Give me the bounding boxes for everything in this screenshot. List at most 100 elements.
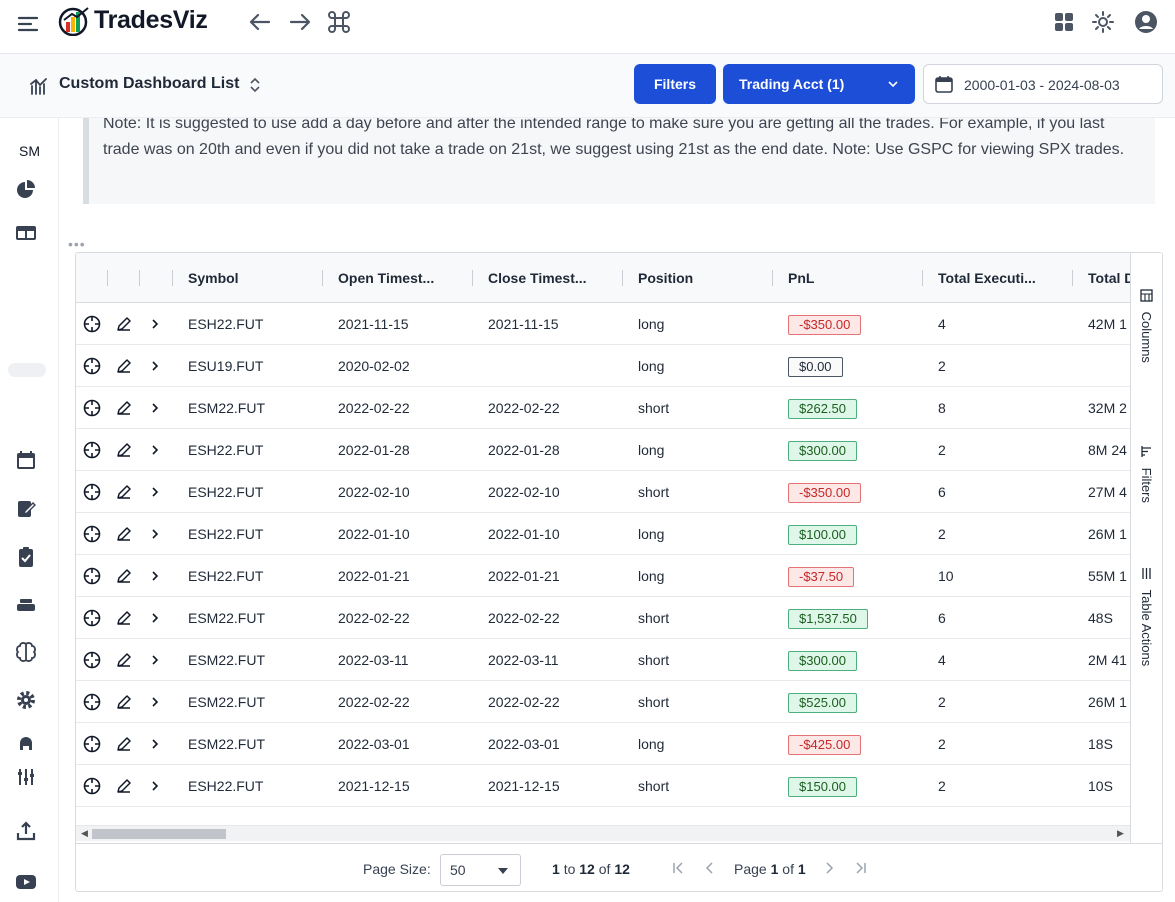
command-icon[interactable] [326,9,352,35]
column-separator[interactable] [172,270,173,286]
edit-pencil-icon[interactable] [115,735,133,753]
edit-pencil-icon[interactable] [115,399,133,417]
edit-pencil-icon[interactable] [115,693,133,711]
first-page-icon[interactable] [671,859,685,877]
journal-edit-icon[interactable] [15,497,37,519]
edit-pencil-icon[interactable] [115,651,133,669]
crosshair-target-icon[interactable] [83,567,101,585]
next-page-icon[interactable] [822,859,836,877]
forward-arrow-icon[interactable] [287,9,313,35]
crosshair-target-icon[interactable] [83,399,101,417]
pie-chart-icon[interactable] [15,179,37,201]
edit-pencil-icon[interactable] [115,567,133,585]
account-icon[interactable] [1134,10,1158,34]
column-separator[interactable] [472,270,473,286]
expand-row-chevron-icon[interactable] [146,735,164,753]
tradesviz-logo-icon[interactable] [58,6,92,36]
crosshair-target-icon[interactable] [83,441,101,459]
table-row[interactable]: ESM22.FUT 2022-03-01 2022-03-01 long -$425.0… [76,723,1130,765]
brain-icon[interactable] [15,641,37,663]
column-separator[interactable] [1072,270,1073,286]
column-separator[interactable] [139,270,140,286]
back-arrow-icon[interactable] [247,9,273,35]
more-dots-icon[interactable]: ••• [68,236,86,252]
crosshair-target-icon[interactable] [83,777,101,795]
table-row[interactable]: ESM22.FUT 2022-02-22 2022-02-22 short $1,537… [76,597,1130,639]
table-row[interactable]: ESH22.FUT 2022-01-28 2022-01-28 long $300.00… [76,429,1130,471]
horizontal-scrollbar[interactable]: ◀ ▶ [76,825,1130,841]
settings-gear-icon[interactable] [15,689,37,711]
column-header-pnl[interactable]: PnL [788,253,814,303]
expand-row-chevron-icon[interactable] [146,609,164,627]
filters-button[interactable]: Filters [634,64,716,104]
column-separator[interactable] [322,270,323,286]
expand-row-chevron-icon[interactable] [146,483,164,501]
expand-row-chevron-icon[interactable] [146,651,164,669]
table-actions-tab[interactable]: Table Actions [1139,567,1154,666]
crosshair-target-icon[interactable] [83,483,101,501]
filters-tab[interactable]: Filters [1139,445,1154,503]
edit-pencil-icon[interactable] [115,483,133,501]
expand-row-chevron-icon[interactable] [146,441,164,459]
crosshair-target-icon[interactable] [83,735,101,753]
table-row[interactable]: ESH22.FUT 2022-01-21 2022-01-21 long -$37.50… [76,555,1130,597]
table-row[interactable]: ESH22.FUT 2021-11-15 2021-11-15 long -$350.0… [76,303,1130,345]
user-initials-badge[interactable]: SM [19,143,40,159]
updown-caret-icon[interactable] [248,76,262,94]
last-page-icon[interactable] [854,859,868,877]
column-separator[interactable] [772,270,773,286]
edit-pencil-icon[interactable] [115,357,133,375]
edit-pencil-icon[interactable] [115,525,133,543]
upload-icon[interactable] [15,820,37,842]
columns-tab[interactable]: Columns [1139,289,1154,363]
crosshair-target-icon[interactable] [83,693,101,711]
edit-pencil-icon[interactable] [115,777,133,795]
column-header-symbol[interactable]: Symbol [188,253,239,303]
column-header-open-timestamp[interactable]: Open Timest... [338,253,434,303]
column-separator[interactable] [622,270,623,286]
brand-name[interactable]: TradesViz [94,6,208,35]
crosshair-target-icon[interactable] [83,525,101,543]
crosshair-target-icon[interactable] [83,609,101,627]
expand-row-chevron-icon[interactable] [146,693,164,711]
crosshair-target-icon[interactable] [83,315,101,333]
expand-row-chevron-icon[interactable] [146,777,164,795]
table-row[interactable]: ESU19.FUT 2020-02-02 long $0.00 2 [76,345,1130,387]
column-header-close-timestamp[interactable]: Close Timest... [488,253,587,303]
expand-row-chevron-icon[interactable] [146,525,164,543]
scroll-left-arrow-icon[interactable]: ◀ [81,828,88,839]
table-row[interactable]: ESH22.FUT 2021-12-15 2021-12-15 short $150.0… [76,765,1130,807]
edit-pencil-icon[interactable] [115,609,133,627]
table-row[interactable]: ESM22.FUT 2022-02-22 2022-02-22 short $525.0… [76,681,1130,723]
previous-page-icon[interactable] [703,859,717,877]
column-separator[interactable] [107,270,108,286]
edit-pencil-icon[interactable] [115,441,133,459]
sidebar-toggle[interactable] [8,363,46,377]
column-separator[interactable] [922,270,923,286]
crosshair-target-icon[interactable] [83,357,101,375]
trading-account-dropdown[interactable]: Trading Acct (1) [723,64,915,104]
chair-icon[interactable] [15,734,37,756]
calendar-icon[interactable] [15,449,37,471]
scrollbar-thumb[interactable] [92,829,226,839]
table-row[interactable]: ESH22.FUT 2022-01-10 2022-01-10 long $100.00… [76,513,1130,555]
date-range-picker[interactable]: 2000-01-03 - 2024-08-03 [923,64,1163,104]
scroll-right-arrow-icon[interactable]: ▶ [1117,828,1124,839]
dashboard-select[interactable]: Custom Dashboard List [59,75,239,93]
clipboard-check-icon[interactable] [15,546,37,568]
sliders-icon[interactable] [15,766,37,788]
expand-row-chevron-icon[interactable] [146,399,164,417]
expand-row-chevron-icon[interactable] [146,567,164,585]
table-row[interactable]: ESM22.FUT 2022-02-22 2022-02-22 short $262.5… [76,387,1130,429]
table-row[interactable]: ESH22.FUT 2022-02-10 2022-02-10 short -$350.… [76,471,1130,513]
edit-pencil-icon[interactable] [115,315,133,333]
column-header-position[interactable]: Position [638,253,693,303]
page-size-select[interactable]: 50 [440,854,521,886]
column-header-total-duration[interactable]: Total D [1088,253,1134,303]
youtube-icon[interactable] [15,871,37,893]
menu-icon[interactable] [16,12,40,36]
crosshair-target-icon[interactable] [83,651,101,669]
dashboard-layout-icon[interactable] [15,222,37,244]
theme-sun-icon[interactable] [1091,10,1115,34]
stack-tray-icon[interactable] [15,593,37,615]
